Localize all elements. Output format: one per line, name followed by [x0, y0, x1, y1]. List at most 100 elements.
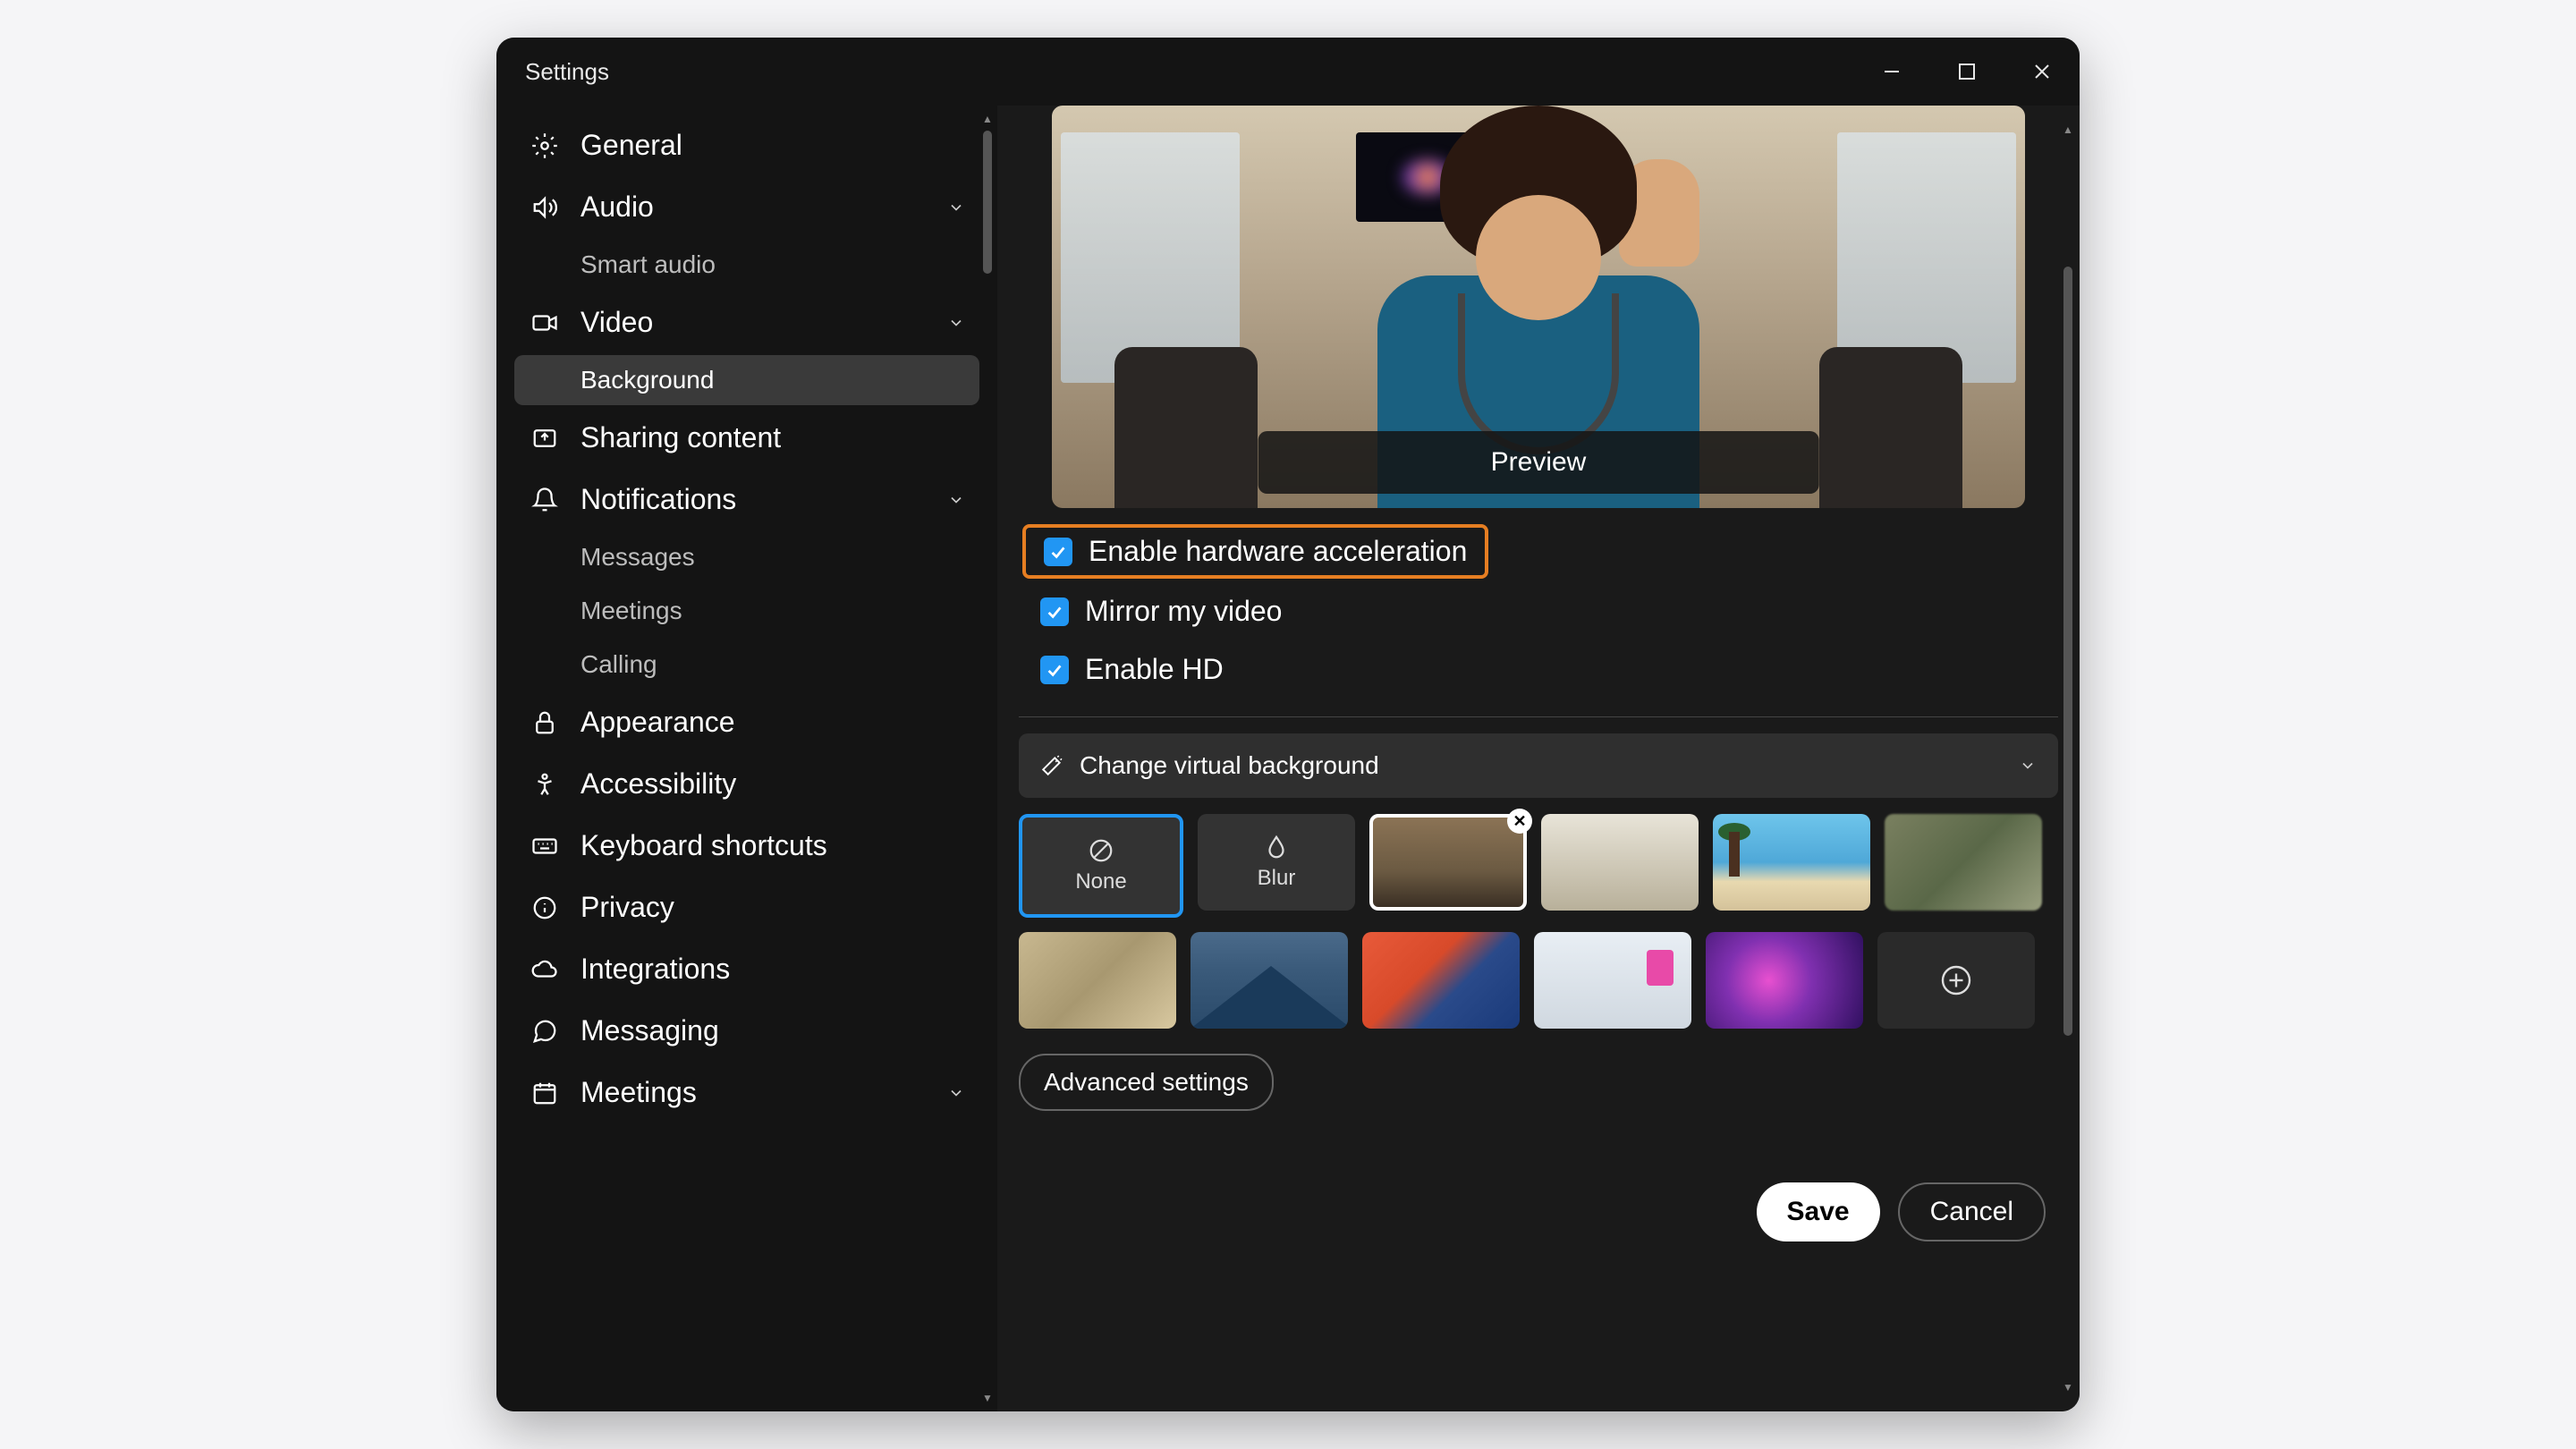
save-button[interactable]: Save: [1757, 1182, 1880, 1241]
sidebar-item-audio[interactable]: Audio: [514, 178, 979, 236]
sidebar-scrollbar[interactable]: ▲ ▼: [981, 113, 994, 1404]
sidebar-sub-messages[interactable]: Messages: [514, 532, 979, 582]
content-panel: ▲ ▼ Preview: [997, 106, 2080, 1411]
bell-icon: [529, 484, 561, 516]
bg-tile-blur[interactable]: Blur: [1198, 814, 1355, 911]
sidebar-item-label: Integrations: [580, 953, 965, 986]
sidebar-item-label: Meetings: [580, 1076, 947, 1109]
close-button[interactable]: [2026, 55, 2058, 88]
sidebar-item-meetings[interactable]: Meetings: [514, 1063, 979, 1122]
sidebar-item-privacy[interactable]: Privacy: [514, 878, 979, 936]
checkbox-label: Enable hardware acceleration: [1089, 535, 1467, 568]
chevron-down-icon: [2019, 757, 2037, 775]
bg-tile-add[interactable]: [1877, 932, 2035, 1029]
preview-bg-window-left: [1061, 132, 1240, 383]
window-title: Settings: [518, 58, 609, 86]
bg-tile-none[interactable]: None: [1019, 814, 1183, 918]
speaker-icon: [529, 191, 561, 224]
chevron-down-icon: [947, 199, 965, 216]
maximize-icon: [1957, 62, 1977, 81]
checkbox-label: Mirror my video: [1085, 595, 1282, 628]
check-icon: [1048, 542, 1068, 562]
bg-tile-beach[interactable]: [1713, 814, 1870, 911]
window-controls: [1876, 55, 2058, 88]
cancel-button[interactable]: Cancel: [1898, 1182, 2046, 1241]
settings-window: Settings ▲ ▼ General: [496, 38, 2080, 1411]
checkbox-row-mirror-video: Mirror my video: [1019, 586, 2058, 637]
close-icon: [2031, 61, 2053, 82]
sidebar-sub-meetings[interactable]: Meetings: [514, 586, 979, 636]
bg-tile-label: None: [1075, 869, 1126, 894]
preview-face: [1476, 195, 1601, 320]
advanced-settings-button[interactable]: Advanced settings: [1019, 1054, 1274, 1111]
checkbox-row-enable-hd: Enable HD: [1019, 644, 2058, 695]
checkbox-enable-hd[interactable]: [1040, 656, 1069, 684]
bg-tile-warm-blur[interactable]: [1019, 932, 1176, 1029]
sidebar-item-general[interactable]: General: [514, 116, 979, 174]
sidebar-sub-smart-audio[interactable]: Smart audio: [514, 240, 979, 290]
bg-tile-studio[interactable]: [1534, 932, 1691, 1029]
scrollbar-up-icon[interactable]: ▲: [981, 113, 994, 125]
bg-tile-mountains[interactable]: [1191, 932, 1348, 1029]
chat-icon: [529, 1015, 561, 1047]
sidebar-item-notifications[interactable]: Notifications: [514, 470, 979, 529]
minimize-icon: [1881, 61, 1902, 82]
cloud-icon: [529, 953, 561, 986]
sidebar-item-label: General: [580, 129, 965, 162]
checkbox-row-hardware-acceleration: Enable hardware acceleration: [1022, 524, 1488, 579]
calendar-icon: [529, 1077, 561, 1109]
divider: [1019, 716, 2058, 717]
sidebar-sub-calling[interactable]: Calling: [514, 640, 979, 690]
change-virtual-background-bar[interactable]: Change virtual background: [1019, 733, 2058, 798]
sidebar-item-label: Notifications: [580, 483, 947, 516]
bg-tile-office-room[interactable]: ✕: [1369, 814, 1527, 911]
content-scrollbar[interactable]: ▲ ▼: [2062, 123, 2074, 1394]
bg-tile-living-room[interactable]: [1541, 814, 1699, 911]
preview-button[interactable]: Preview: [1258, 431, 1819, 494]
bg-tile-abstract[interactable]: [1362, 932, 1520, 1029]
sidebar-item-keyboard[interactable]: Keyboard shortcuts: [514, 817, 979, 875]
chevron-down-icon: [947, 1084, 965, 1102]
accessibility-icon: [529, 768, 561, 801]
bg-tile-label: Blur: [1258, 866, 1296, 891]
checkbox-hardware-acceleration[interactable]: [1044, 538, 1072, 566]
sidebar: ▲ ▼ General Audio Smart audio: [496, 106, 997, 1411]
sidebar-item-label: Accessibility: [580, 767, 965, 801]
scrollbar-up-icon[interactable]: ▲: [2062, 123, 2074, 136]
minimize-button[interactable]: [1876, 55, 1908, 88]
background-tiles-grid: None Blur ✕: [1019, 814, 2058, 1029]
tile-remove-button[interactable]: ✕: [1507, 809, 1532, 834]
maximize-button[interactable]: [1951, 55, 1983, 88]
scrollbar-down-icon[interactable]: ▼: [981, 1392, 994, 1404]
checkbox-mirror-video[interactable]: [1040, 597, 1069, 626]
sidebar-item-label: Audio: [580, 191, 947, 224]
preview-bg-chair: [1819, 347, 1962, 508]
info-icon: [529, 892, 561, 924]
scrollbar-down-icon[interactable]: ▼: [2062, 1381, 2074, 1394]
sidebar-item-accessibility[interactable]: Accessibility: [514, 755, 979, 813]
chevron-down-icon: [947, 491, 965, 509]
sidebar-item-label: Privacy: [580, 891, 965, 924]
preview-bg-window-right: [1837, 132, 2016, 383]
preview-bg-chair: [1114, 347, 1258, 508]
gear-icon: [529, 130, 561, 162]
sidebar-item-appearance[interactable]: Appearance: [514, 693, 979, 751]
footer-buttons: Save Cancel: [1019, 1182, 2058, 1241]
bg-tile-nature-blur[interactable]: [1885, 814, 2042, 911]
plus-circle-icon: [1940, 964, 1972, 996]
wand-icon: [1040, 754, 1063, 777]
sidebar-item-video[interactable]: Video: [514, 293, 979, 352]
check-icon: [1045, 660, 1064, 680]
window-body: ▲ ▼ General Audio Smart audio: [496, 106, 2080, 1411]
sidebar-item-integrations[interactable]: Integrations: [514, 940, 979, 998]
expand-bar-label: Change virtual background: [1080, 751, 2019, 780]
sidebar-item-label: Keyboard shortcuts: [580, 829, 965, 862]
sidebar-item-messaging[interactable]: Messaging: [514, 1002, 979, 1060]
chevron-down-icon: [947, 314, 965, 332]
bg-tile-space[interactable]: [1706, 932, 1863, 1029]
prohibit-icon: [1088, 837, 1114, 864]
sidebar-sub-background[interactable]: Background: [514, 355, 979, 405]
sidebar-item-sharing[interactable]: Sharing content: [514, 409, 979, 467]
titlebar: Settings: [496, 38, 2080, 106]
sidebar-item-label: Sharing content: [580, 421, 965, 454]
